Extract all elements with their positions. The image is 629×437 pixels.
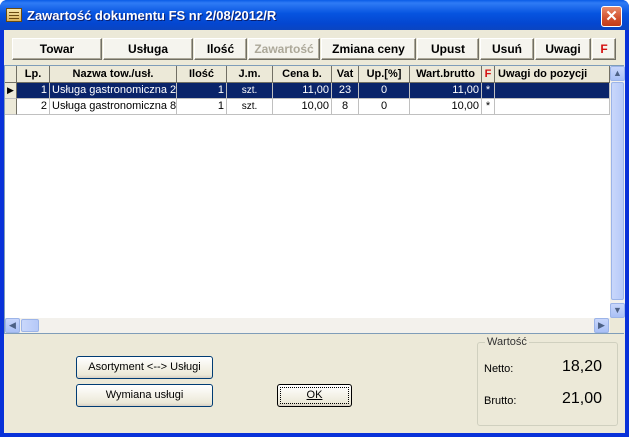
table-row[interactable]: ▶ 1 Usługa gastronomiczna 2 1 szt. 11,00… — [5, 83, 610, 99]
cell-price[interactable]: 11,00 — [273, 83, 332, 99]
app-window: Zawartość dokumentu FS nr 2/08/2012/R ✕ … — [0, 0, 629, 437]
zmiana-ceny-button[interactable]: Zmiana ceny — [321, 38, 416, 60]
gross-label: Brutto: — [484, 395, 517, 407]
header-name[interactable]: Nazwa tow./usł. — [50, 66, 177, 83]
cell-gross[interactable]: 11,00 — [410, 83, 482, 99]
cell-vat[interactable]: 23 — [332, 83, 359, 99]
cell-lp[interactable]: 1 — [17, 83, 50, 99]
header-indicator — [5, 66, 17, 83]
assortment-services-button[interactable]: Asortyment <--> Usługi — [76, 356, 213, 379]
cell-unit[interactable]: szt. — [227, 83, 273, 99]
header-gross[interactable]: Wart.brutto — [410, 66, 482, 83]
header-unit[interactable]: J.m. — [227, 66, 273, 83]
items-grid[interactable]: Lp. Nazwa tow./usł. Ilość J.m. Cena b. V… — [4, 65, 625, 334]
cell-notes[interactable] — [495, 83, 610, 99]
scroll-corner — [610, 318, 625, 333]
header-lp[interactable]: Lp. — [17, 66, 50, 83]
scroll-right-icon[interactable]: ▶ — [594, 318, 609, 333]
f-button[interactable]: F — [592, 38, 616, 60]
upust-button[interactable]: Upust — [417, 38, 479, 60]
horizontal-scrollbar[interactable]: ◀ ▶ — [5, 318, 610, 333]
cell-qty[interactable]: 1 — [177, 83, 227, 99]
value-summary-group: Wartość Netto: 18,20 Brutto: 21,00 — [477, 336, 618, 426]
header-price[interactable]: Cena b. — [273, 66, 332, 83]
close-button[interactable]: ✕ — [601, 6, 622, 27]
table-row[interactable]: 2 Usługa gastronomiczna 8 1 szt. 10,00 8… — [5, 99, 610, 115]
grid-header: Lp. Nazwa tow./usł. Ilość J.m. Cena b. V… — [5, 66, 610, 83]
header-flag[interactable]: F — [482, 66, 495, 83]
document-list-icon — [6, 8, 22, 22]
window-title: Zawartość dokumentu FS nr 2/08/2012/R — [27, 8, 277, 23]
cell-flag[interactable]: * — [482, 83, 495, 99]
zawartosc-button[interactable]: Zawartość — [248, 38, 320, 60]
gross-value: 21,00 — [561, 390, 602, 407]
scroll-down-icon[interactable]: ▼ — [610, 303, 625, 318]
ok-button[interactable]: OK — [277, 384, 352, 407]
usun-button[interactable]: Usuń — [480, 38, 534, 60]
usluga-button[interactable]: Usługa — [103, 38, 193, 60]
scroll-left-icon[interactable]: ◀ — [5, 318, 20, 333]
cell-qty[interactable]: 1 — [177, 99, 227, 115]
cell-name[interactable]: Usługa gastronomiczna 8 — [50, 99, 177, 115]
header-vat[interactable]: Vat — [332, 66, 359, 83]
cell-gross[interactable]: 10,00 — [410, 99, 482, 115]
swap-service-button[interactable]: Wymiana usługi — [76, 384, 213, 407]
cell-flag[interactable]: * — [482, 99, 495, 115]
cell-name[interactable]: Usługa gastronomiczna 2 — [50, 83, 177, 99]
title-bar[interactable]: Zawartość dokumentu FS nr 2/08/2012/R ✕ — [0, 0, 629, 30]
header-qty[interactable]: Ilość — [177, 66, 227, 83]
header-notes[interactable]: Uwagi do pozycji — [495, 66, 610, 83]
row-indicator-icon: ▶ — [5, 83, 17, 99]
close-icon: ✕ — [605, 8, 618, 25]
net-label: Netto: — [484, 363, 514, 375]
ilosc-button[interactable]: Ilość — [194, 38, 247, 60]
cell-vat[interactable]: 8 — [332, 99, 359, 115]
vertical-scrollbar[interactable]: ▲ ▼ — [610, 66, 625, 318]
vertical-scroll-thumb[interactable] — [611, 82, 624, 300]
cell-unit[interactable]: szt. — [227, 99, 273, 115]
cell-discount[interactable]: 0 — [359, 83, 410, 99]
uwagi-button[interactable]: Uwagi — [535, 38, 591, 60]
summary-title: Wartość — [485, 336, 529, 348]
horizontal-scroll-thumb[interactable] — [21, 319, 39, 332]
cell-lp[interactable]: 2 — [17, 99, 50, 115]
net-value: 18,20 — [561, 358, 602, 375]
dialog-body: Towar Usługa Ilość Zawartość Zmiana ceny… — [4, 30, 625, 433]
row-indicator — [5, 99, 17, 115]
header-discount[interactable]: Up.[%] — [359, 66, 410, 83]
cell-notes[interactable] — [495, 99, 610, 115]
cell-price[interactable]: 10,00 — [273, 99, 332, 115]
cell-discount[interactable]: 0 — [359, 99, 410, 115]
scroll-up-icon[interactable]: ▲ — [610, 66, 625, 81]
towar-button[interactable]: Towar — [12, 38, 102, 60]
